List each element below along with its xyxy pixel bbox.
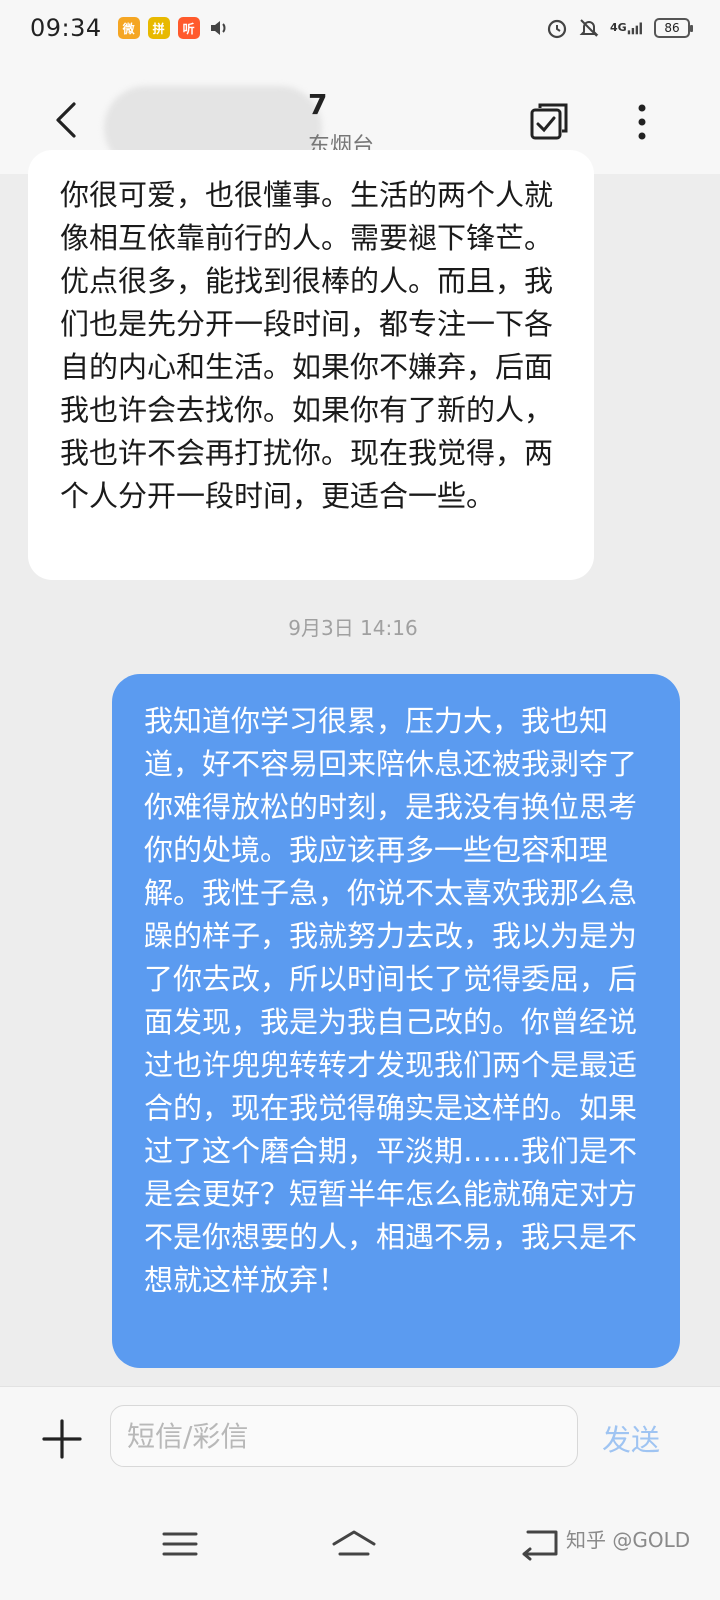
status-time: 09:34: [30, 14, 102, 42]
more-options-button[interactable]: [624, 100, 660, 144]
battery-indicator: 86: [654, 18, 693, 38]
more-vert-icon: [638, 104, 646, 140]
multi-select-button[interactable]: [528, 100, 572, 144]
plus-icon: [42, 1419, 82, 1459]
contact-name: 7: [308, 88, 328, 121]
nav-back-button[interactable]: [516, 1520, 564, 1568]
message-input[interactable]: [110, 1405, 578, 1467]
mute-bell-icon: [578, 17, 600, 39]
back-button[interactable]: [46, 100, 86, 140]
message-timestamp: 9月3日 14:16: [288, 616, 418, 640]
pinduoduo-icon: 拼: [147, 17, 170, 39]
return-icon: [522, 1530, 558, 1561]
ting-icon: 听: [177, 17, 200, 39]
nav-home-button[interactable]: [330, 1520, 378, 1568]
alarm-icon: [546, 17, 568, 39]
select-check-icon: [530, 103, 568, 140]
add-attachment-button[interactable]: [40, 1417, 84, 1461]
watermark: 知乎 @GOLD: [566, 1528, 691, 1552]
speaker-icon: [208, 17, 230, 39]
weibo-icon: 微: [117, 17, 140, 39]
home-icon: [332, 1530, 376, 1556]
menu-icon: [162, 1532, 198, 1556]
signal-icon: 4G: [610, 17, 644, 39]
chevron-left-icon: [56, 102, 76, 138]
incoming-message-bubble[interactable]: 你很可爱，也很懂事。生活的两个人就像相互依靠前行的人。需要褪下锋芒。优点很多，能…: [28, 150, 594, 580]
outgoing-message-bubble[interactable]: 我知道你学习很累，压力大，我也知道，好不容易回来陪休息还被我剥夺了你难得放松的时…: [112, 674, 680, 1368]
notification-icons: 微 拼 听: [117, 17, 230, 39]
message-composer: 发送: [0, 1386, 720, 1496]
nav-menu-button[interactable]: [156, 1520, 204, 1568]
send-button[interactable]: 发送: [602, 1417, 660, 1459]
status-bar: 09:34 微 拼 听 4G 86: [0, 0, 720, 56]
status-indicators: 4G 86: [546, 17, 693, 39]
